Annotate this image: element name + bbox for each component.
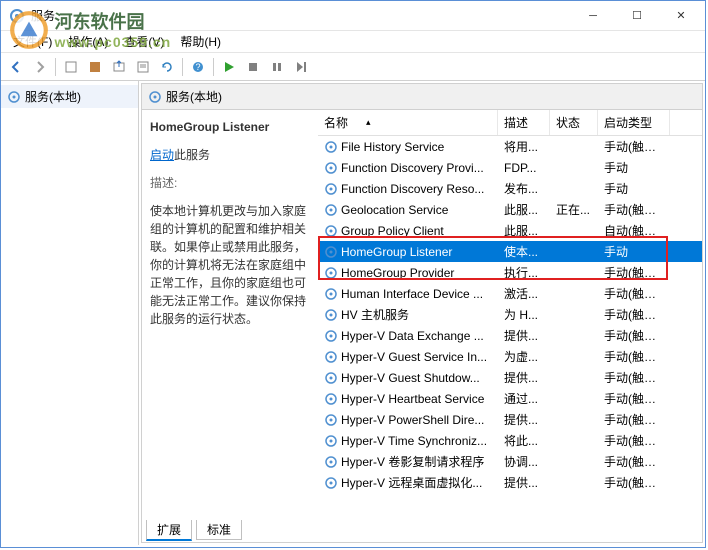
stop-service-button[interactable] <box>242 56 264 78</box>
sort-asc-icon: ▴ <box>366 117 371 128</box>
export-button[interactable] <box>108 56 130 78</box>
gear-icon <box>324 455 338 469</box>
menubar: 文件(F) 操作(A) 查看(V) 帮助(H) <box>1 31 705 53</box>
tabs-strip: 扩展 标准 <box>142 520 702 542</box>
forward-button[interactable] <box>29 56 51 78</box>
gear-icon <box>324 413 338 427</box>
service-row[interactable]: Geolocation Service此服...正在...手动(触发... <box>318 199 702 220</box>
service-row[interactable]: Human Interface Device ...激活...手动(触发... <box>318 283 702 304</box>
gear-icon <box>324 203 338 217</box>
tab-extended[interactable]: 扩展 <box>146 520 192 541</box>
menu-view[interactable]: 查看(V) <box>116 31 172 52</box>
svg-text:?: ? <box>195 62 200 72</box>
start-service-button[interactable] <box>218 56 240 78</box>
tree-item-services-local[interactable]: 服务(本地) <box>1 85 138 108</box>
gear-icon <box>324 245 338 259</box>
service-row[interactable]: Hyper-V Guest Service In...为虚...手动(触发... <box>318 346 702 367</box>
tab-standard[interactable]: 标准 <box>196 520 242 540</box>
maximize-button[interactable]: ☐ <box>615 2 659 30</box>
menu-file[interactable]: 文件(F) <box>5 31 60 52</box>
service-row[interactable]: Hyper-V Heartbeat Service通过...手动(触发... <box>318 388 702 409</box>
gear-icon <box>324 182 338 196</box>
gear-icon <box>324 329 338 343</box>
gear-icon <box>324 350 338 364</box>
service-row[interactable]: Hyper-V 远程桌面虚拟化...提供...手动(触发... <box>318 472 702 493</box>
detail-pane: HomeGroup Listener 启动此服务 描述: 使本地计算机更改与加入… <box>142 110 318 520</box>
content-header: 服务(本地) <box>142 84 702 110</box>
col-status[interactable]: 状态 <box>550 110 598 135</box>
pause-service-button[interactable] <box>266 56 288 78</box>
gear-icon <box>324 476 338 490</box>
service-row[interactable]: Hyper-V PowerShell Dire...提供...手动(触发... <box>318 409 702 430</box>
start-link[interactable]: 启动 <box>150 148 174 162</box>
selected-service-name: HomeGroup Listener <box>150 120 310 134</box>
tree-pane: 服务(本地) <box>1 81 139 545</box>
gear-icon <box>324 308 338 322</box>
gear-icon <box>324 140 338 154</box>
list-header: 名称▴ 描述 状态 启动类型 <box>318 110 702 136</box>
toolbar-btn-2[interactable] <box>84 56 106 78</box>
gear-icon <box>324 161 338 175</box>
service-row[interactable]: HomeGroup Provider执行...手动(触发... <box>318 262 702 283</box>
service-row[interactable]: Function Discovery Reso...发布...手动 <box>318 178 702 199</box>
service-description: 使本地计算机更改与加入家庭组的计算机的配置和维护相关联。如果停止或禁用此服务，你… <box>150 202 310 328</box>
toolbar: ? <box>1 53 705 81</box>
gear-icon <box>7 90 21 104</box>
service-row[interactable]: Hyper-V Data Exchange ...提供...手动(触发... <box>318 325 702 346</box>
gear-icon <box>324 434 338 448</box>
titlebar: 服务 ─ ☐ ✕ <box>1 1 705 31</box>
toolbar-btn-1[interactable] <box>60 56 82 78</box>
gear-icon <box>148 90 162 104</box>
properties-button[interactable] <box>132 56 154 78</box>
restart-service-button[interactable] <box>290 56 312 78</box>
service-row[interactable]: HomeGroup Listener使本...手动 <box>318 241 702 262</box>
service-row[interactable]: Hyper-V Guest Shutdow...提供...手动(触发... <box>318 367 702 388</box>
gear-icon <box>324 287 338 301</box>
service-row[interactable]: Hyper-V 卷影复制请求程序协调...手动(触发... <box>318 451 702 472</box>
help-button[interactable]: ? <box>187 56 209 78</box>
refresh-button[interactable] <box>156 56 178 78</box>
service-row[interactable]: Group Policy Client此服...自动(触发... <box>318 220 702 241</box>
services-list[interactable]: 名称▴ 描述 状态 启动类型 File History Service将用...… <box>318 110 702 520</box>
services-icon <box>9 8 25 24</box>
window-title: 服务 <box>31 7 571 24</box>
service-row[interactable]: Function Discovery Provi...FDP...手动 <box>318 157 702 178</box>
service-row[interactable]: Hyper-V Time Synchroniz...将此...手动(触发... <box>318 430 702 451</box>
menu-action[interactable]: 操作(A) <box>60 31 116 52</box>
service-row[interactable]: HV 主机服务为 H...手动(触发... <box>318 304 702 325</box>
gear-icon <box>324 371 338 385</box>
service-row[interactable]: File History Service将用...手动(触发... <box>318 136 702 157</box>
desc-label: 描述: <box>150 174 310 192</box>
minimize-button[interactable]: ─ <box>571 2 615 30</box>
menu-help[interactable]: 帮助(H) <box>172 31 229 52</box>
col-startup[interactable]: 启动类型 <box>598 110 670 135</box>
gear-icon <box>324 392 338 406</box>
col-name[interactable]: 名称▴ <box>318 110 498 135</box>
gear-icon <box>324 224 338 238</box>
content-pane: 服务(本地) HomeGroup Listener 启动此服务 描述: 使本地计… <box>141 83 703 543</box>
services-window: 服务 ─ ☐ ✕ 文件(F) 操作(A) 查看(V) 帮助(H) ? <box>0 0 706 548</box>
close-button[interactable]: ✕ <box>659 2 703 30</box>
col-desc[interactable]: 描述 <box>498 110 550 135</box>
back-button[interactable] <box>5 56 27 78</box>
gear-icon <box>324 266 338 280</box>
